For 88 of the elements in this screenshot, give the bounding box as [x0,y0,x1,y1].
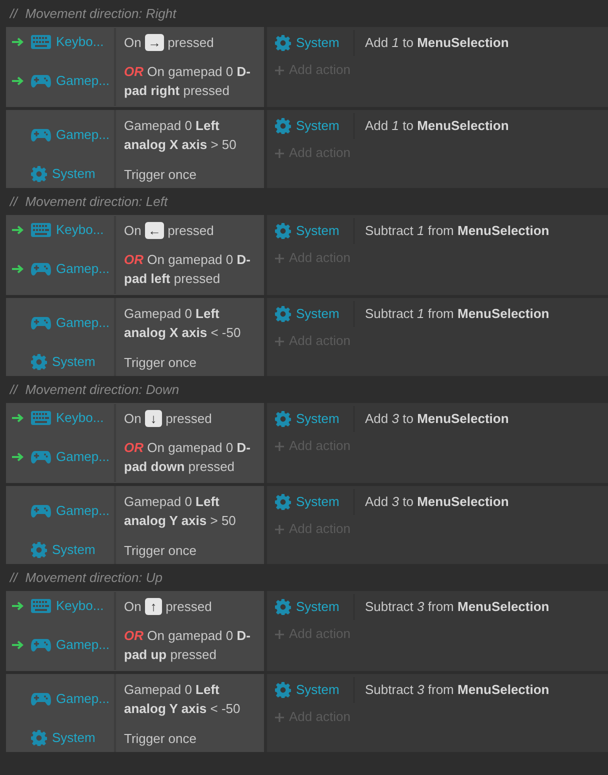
object-name[interactable]: System [296,680,340,700]
gamepad-icon [31,128,51,142]
gear-icon [275,494,291,510]
action-text[interactable]: Subtract 1 from MenuSelection [355,221,550,241]
condition-text[interactable]: On ↑ pressed [116,594,264,618]
plus-icon [275,148,284,158]
condition-text[interactable]: OR On gamepad 0 D-pad right pressed [116,60,264,102]
object-name[interactable]: Keybo... [56,408,104,428]
gamepad-icon [31,638,51,652]
object-name[interactable]: Keybo... [56,596,104,616]
action-text[interactable]: Add 1 to MenuSelection [355,33,509,53]
keyboard-icon [31,35,51,49]
condition-text[interactable]: Gamepad 0 Left analog Y axis > 50 [116,490,264,532]
plus-icon [275,336,284,346]
gear-icon [31,542,47,558]
keyboard-icon [31,223,51,237]
plus-icon [275,712,284,722]
object-name[interactable]: System [296,116,340,136]
plus-icon [275,254,284,262]
gear-icon [275,682,291,698]
object-name[interactable]: Keybo... [56,220,104,240]
object-name[interactable]: Gamep... [56,313,110,333]
gear-icon [31,166,47,182]
plus-icon [275,524,284,534]
action-text[interactable]: Subtract 1 from MenuSelection [355,304,550,324]
keyboard-icon [31,599,51,613]
gamepad-icon [31,262,51,276]
action-text[interactable]: Add 3 to MenuSelection [355,492,509,512]
object-name[interactable]: System [296,492,340,512]
condition-text[interactable]: Trigger once [116,162,264,186]
plus-icon [275,630,284,638]
gamepad-icon [31,450,51,464]
gamepad-icon [31,74,51,88]
comment-slashes: // [10,192,18,211]
object-name[interactable]: Gamep... [56,635,110,655]
gear-icon [31,730,47,746]
condition-text[interactable]: Gamepad 0 Left analog X axis < -50 [116,302,264,344]
condition-text[interactable]: Gamepad 0 Left analog Y axis < -50 [116,678,264,720]
comment-slashes: // [10,380,18,399]
gear-icon [275,35,291,51]
gear-icon [275,306,291,322]
plus-icon [275,442,284,450]
gamepad-icon [31,316,51,330]
action-text[interactable]: Add 1 to MenuSelection [355,116,509,136]
condition-text[interactable]: Trigger once [116,538,264,562]
action-text[interactable]: Add 3 to MenuSelection [355,409,509,429]
comment-text: Movement direction: Up [25,568,163,587]
condition-text[interactable]: Trigger once [116,350,264,374]
condition-text[interactable]: On ↓ pressed [116,406,264,430]
object-name[interactable]: System [52,540,96,560]
object-name[interactable]: Gamep... [56,71,110,91]
gear-icon [31,354,47,370]
object-name[interactable]: System [52,164,96,184]
gear-icon [275,599,291,615]
comment-text: Movement direction: Left [25,192,168,211]
object-name[interactable]: System [52,352,96,372]
object-name[interactable]: System [52,728,96,748]
action-text[interactable]: Subtract 3 from MenuSelection [355,597,550,617]
comment-slashes: // [10,568,18,587]
condition-text[interactable]: OR On gamepad 0 D-pad down pressed [116,436,264,478]
object-name[interactable]: System [296,597,340,617]
comment-slashes: // [10,4,18,23]
object-name[interactable]: System [296,33,340,53]
object-name[interactable]: Gamep... [56,447,110,467]
condition-text[interactable]: Trigger once [116,726,264,750]
object-name[interactable]: System [296,409,340,429]
gamepad-icon [31,504,51,518]
gamepad-icon [31,692,51,706]
object-name[interactable]: Gamep... [56,259,110,279]
condition-text[interactable]: Gamepad 0 Left analog X axis > 50 [116,114,264,156]
gear-icon [275,118,291,134]
comment-text: Movement direction: Down [25,380,180,399]
object-name[interactable]: Gamep... [56,689,110,709]
object-name[interactable]: System [296,221,340,241]
comment-text: Movement direction: Right [25,4,176,23]
condition-text[interactable]: OR On gamepad 0 D-pad up pressed [116,624,264,666]
object-name[interactable]: Gamep... [56,125,110,145]
object-name[interactable]: System [296,304,340,324]
action-text[interactable]: Subtract 3 from MenuSelection [355,680,550,700]
plus-icon [275,66,284,74]
gear-icon [275,223,291,239]
condition-text[interactable]: OR On gamepad 0 D-pad left pressed [116,248,264,290]
object-name[interactable]: Gamep... [56,501,110,521]
gear-icon [275,411,291,427]
condition-text[interactable]: On ← pressed [116,218,264,242]
object-name[interactable]: Keybo... [56,32,104,52]
keyboard-icon [31,411,51,425]
condition-text[interactable]: On → pressed [116,30,264,54]
